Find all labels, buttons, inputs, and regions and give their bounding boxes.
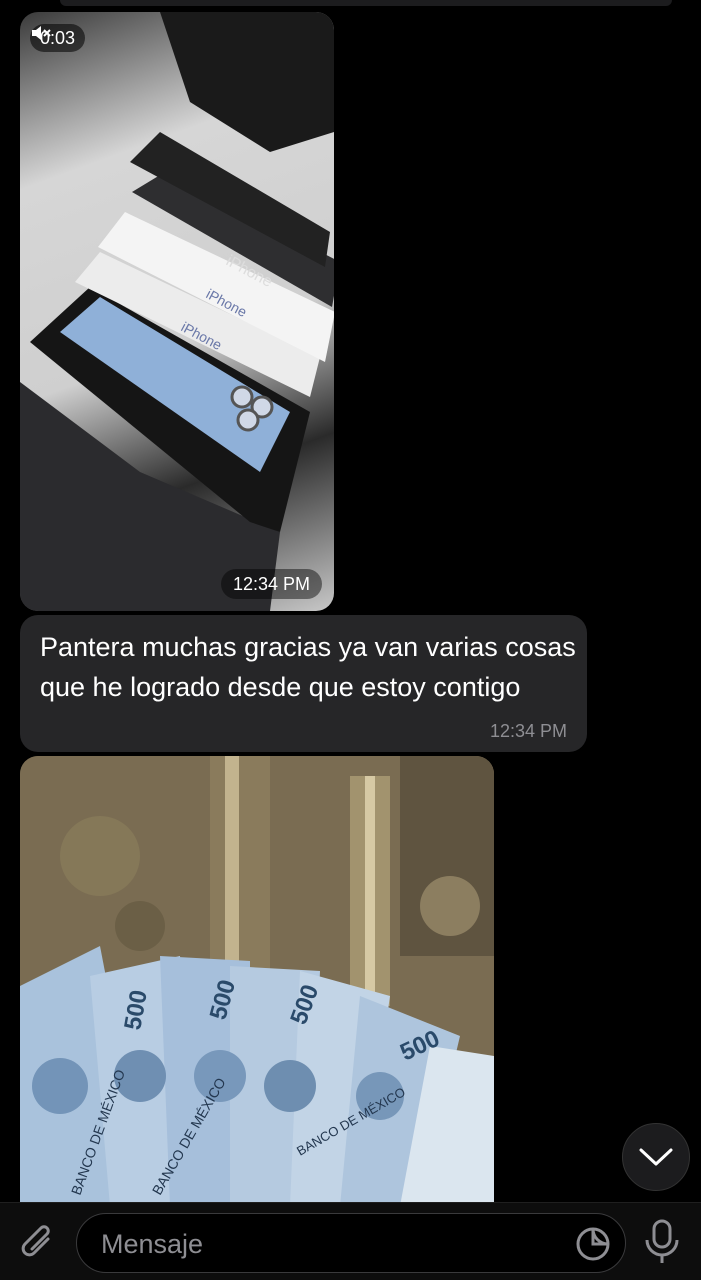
message-text: Pantera muchas gracias ya van varias cos… [40,632,576,702]
paperclip-icon[interactable] [18,1221,58,1265]
message-timestamp: 12:34 PM [489,721,567,741]
photo-message[interactable]: 500 500 500 500 BANCO DE MÉXICO BANCO DE… [20,756,494,1206]
scroll-to-bottom-button[interactable] [622,1123,690,1191]
video-message[interactable]: iPhone iPhone iPhone 0:03 12:34 PM [20,12,334,611]
message-input[interactable] [99,1214,563,1274]
video-time-text: 12:34 PM [232,573,310,594]
sticker-icon[interactable] [575,1226,611,1262]
message-composer [0,1202,701,1280]
photo-image: 500 500 500 500 BANCO DE MÉXICO BANCO DE… [20,756,494,1206]
previous-message-edge [60,0,672,6]
chevron-down-icon [639,1148,673,1166]
video-duration-badge: 0:03 [30,24,86,52]
text-message[interactable]: Pantera muchas gracias ya van varias cos… [20,615,587,752]
speaker-muted-icon[interactable] [30,24,52,42]
video-thumbnail: iPhone iPhone iPhone [20,12,334,611]
microphone-icon[interactable] [642,1218,682,1266]
video-timestamp: 12:34 PM [220,569,322,599]
message-input-field[interactable] [76,1213,626,1274]
